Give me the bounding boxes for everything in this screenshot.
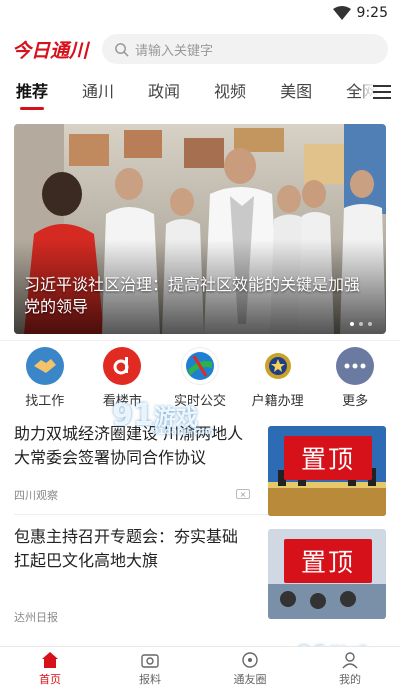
chat-icon <box>242 651 258 668</box>
tab-tongchuan[interactable]: 通川 <box>82 78 114 106</box>
nav-report[interactable]: 报料 <box>110 647 190 690</box>
svg-text:今日通川: 今日通川 <box>12 40 91 62</box>
home-icon <box>42 651 58 668</box>
nav-friends[interactable]: 通友圈 <box>210 647 290 690</box>
app-logo[interactable]: 今日通川 <box>12 32 92 66</box>
search-icon <box>115 42 129 57</box>
service-label: 户籍办理 <box>251 394 304 409</box>
nav-home[interactable]: 首页 <box>10 647 90 690</box>
app-header: 今日通川 请输入关键字 <box>0 26 400 72</box>
service-label: 找工作 <box>25 394 65 409</box>
status-bar: 9:25 <box>0 0 400 26</box>
nav-label: 通友圈 <box>233 672 267 686</box>
nav-label: 我的 <box>339 672 361 686</box>
pagination-dot <box>350 322 354 326</box>
nav-label: 首页 <box>39 672 61 686</box>
dismiss-icon[interactable]: × <box>236 489 250 499</box>
handshake-icon <box>25 347 64 385</box>
pagination-dot <box>368 322 372 326</box>
headline-banner[interactable]: 习近平谈社区治理：提高社区效能的关键是加强党的领导 <box>14 124 386 334</box>
news-source: 四川观察 <box>14 489 58 502</box>
news-title: 包惠主持召开专题会：夯实基础 扛起巴文化高地大旗 <box>14 527 239 570</box>
tab-recommend[interactable]: 推荐 <box>16 78 48 110</box>
news-thumbnail: 置顶 <box>268 529 386 619</box>
user-icon <box>342 651 358 668</box>
banner-pagination <box>350 322 372 326</box>
tabs-menu-button[interactable] <box>364 72 400 112</box>
dafangwang-icon <box>103 347 142 385</box>
wifi-icon <box>332 6 351 20</box>
nav-profile[interactable]: 我的 <box>310 647 390 690</box>
nav-label: 报料 <box>139 672 161 686</box>
search-bar[interactable]: 请输入关键字 <box>102 34 388 64</box>
service-more[interactable]: 更多 <box>320 347 390 412</box>
news-thumbnail: 置顶 <box>268 426 386 516</box>
bottom-navigation: 首页 报料 通友圈 我的 <box>0 646 400 690</box>
search-placeholder: 请输入关键字 <box>135 43 214 59</box>
watermark-url: 91danji.com <box>152 427 214 437</box>
news-item[interactable]: 包惠主持召开专题会：夯实基础 扛起巴文化高地大旗 达州日报 置顶 <box>0 515 400 625</box>
pinned-badge: 置顶 <box>284 436 372 480</box>
news-source: 达州日报 <box>14 611 58 624</box>
pagination-dot <box>359 322 363 326</box>
logo-icon: 今日通川 <box>12 40 91 62</box>
pinned-badge: 置顶 <box>284 539 372 583</box>
tab-politics[interactable]: 政闻 <box>148 78 180 106</box>
police-badge-icon <box>258 347 297 385</box>
service-household[interactable]: 户籍办理 <box>243 347 313 412</box>
banner-caption: 习近平谈社区治理：提高社区效能的关键是加强党的领导 <box>24 275 361 316</box>
more-icon <box>336 347 375 385</box>
service-find-job[interactable]: 找工作 <box>10 347 80 412</box>
camera-icon <box>141 653 159 668</box>
status-time: 9:25 <box>356 5 388 21</box>
tab-video[interactable]: 视频 <box>214 78 246 106</box>
bus-icon <box>180 347 219 385</box>
menu-icon <box>373 85 391 99</box>
watermark-top: 91 <box>112 398 154 433</box>
service-label: 更多 <box>342 394 369 409</box>
category-tabs: 推荐 通川 政闻 视频 美图 全网 <box>0 72 400 112</box>
tab-pictures[interactable]: 美图 <box>280 78 312 106</box>
watermark-logo: 91游戏 91danji.com <box>112 398 214 437</box>
